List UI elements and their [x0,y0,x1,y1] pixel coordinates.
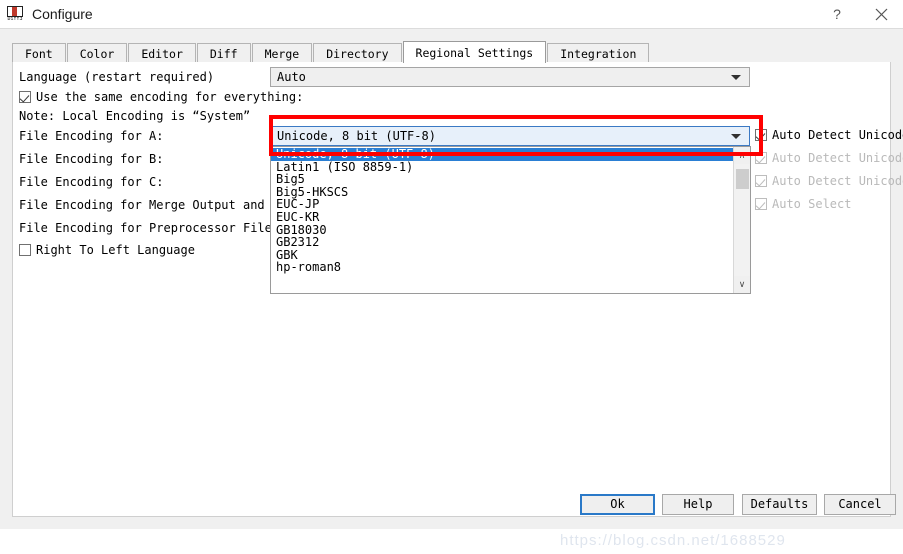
scroll-up-icon[interactable]: ∧ [734,147,750,164]
kdiff3-icon-label: Diff3 [7,16,23,22]
list-item[interactable]: Big5-HKSCS [271,186,733,199]
watermark-text: https://blog.csdn.net/1688529 [560,532,786,549]
window-controls: ? [815,0,903,28]
tab-color[interactable]: Color [66,43,128,63]
encoding-b-label: File Encoding for B: [19,152,164,166]
list-item[interactable]: hp-roman8 [271,261,733,274]
window-title: Configure [32,6,93,22]
tab-bar: Font Color Editor Diff Merge Directory R… [12,41,891,64]
ok-button[interactable]: Ok [580,494,655,515]
cancel-button[interactable]: Cancel [824,494,896,515]
rtl-row[interactable]: Right To Left Language [19,243,195,257]
list-item[interactable]: EUC-JP [271,198,733,211]
encoding-preprocessor-label: File Encoding for Preprocessor Files: [19,221,287,235]
rtl-label: Right To Left Language [36,243,195,257]
same-encoding-checkbox[interactable] [19,91,31,103]
dropdown-scrollbar[interactable]: ∧ ∨ [733,147,750,293]
language-label: Language (restart required) [19,70,215,84]
auto-detect-unicode-checkbox-b[interactable] [755,152,767,164]
encoding-a-dropdown-list[interactable]: Unicode, 8 bit (UTF-8) Latin1 (ISO 8859-… [270,146,751,294]
encoding-a-combo-value: Unicode, 8 bit (UTF-8) [277,129,436,143]
chevron-down-icon [731,74,741,80]
language-combo-value: Auto [277,70,306,84]
encoding-a-label: File Encoding for A: [19,129,164,143]
auto-detect-unicode-row-b[interactable]: Auto Detect Unicode [755,151,903,165]
same-encoding-label: Use the same encoding for everything: [36,90,304,104]
encoding-a-combo[interactable]: Unicode, 8 bit (UTF-8) [270,126,750,146]
chevron-down-icon [731,133,741,139]
list-item[interactable]: GB2312 [271,236,733,249]
help-icon[interactable]: ? [815,0,859,28]
tab-integration[interactable]: Integration [547,43,650,63]
tab-editor[interactable]: Editor [128,43,196,63]
regional-settings-panel: Language (restart required) Use the same… [12,62,903,517]
local-encoding-note: Note: Local Encoding is “System” [19,109,251,123]
close-icon[interactable] [859,0,903,28]
tab-merge[interactable]: Merge [251,43,313,63]
auto-detect-unicode-checkbox-a[interactable] [755,129,767,141]
list-item[interactable]: GB18030 [271,223,733,237]
encoding-c-label: File Encoding for C: [19,175,164,189]
auto-detect-unicode-row-c[interactable]: Auto Detect Unicode [755,174,903,188]
auto-detect-unicode-checkbox-c[interactable] [755,175,767,187]
auto-select-checkbox[interactable] [755,198,767,210]
title-bar: K Diff3 Configure ? [0,0,903,28]
scroll-down-icon[interactable]: ∨ [734,276,750,293]
list-item[interactable]: Big5 [271,173,733,186]
kdiff3-icon: K Diff3 [6,5,24,23]
language-combo[interactable]: Auto [270,67,750,87]
scrollbar-thumb[interactable] [736,169,749,189]
list-item[interactable]: Unicode, 8 bit (UTF-8) [271,148,733,161]
tab-diff[interactable]: Diff [196,43,251,63]
auto-select-label: Auto Select [772,197,852,211]
list-item[interactable]: Latin1 (ISO 8859-1) [271,160,733,174]
tab-regional-settings[interactable]: Regional Settings [402,41,547,63]
auto-detect-unicode-label-c: Auto Detect Unicode [772,174,903,188]
auto-detect-unicode-label-a: Auto Detect Unicode [772,128,903,142]
list-item[interactable]: EUC-KR [271,211,733,224]
help-button[interactable]: Help [662,494,734,515]
tab-directory[interactable]: Directory [313,43,402,63]
same-encoding-row[interactable]: Use the same encoding for everything: [19,90,303,104]
rtl-checkbox[interactable] [19,244,31,256]
dropdown-items[interactable]: Unicode, 8 bit (UTF-8) Latin1 (ISO 8859-… [271,147,733,293]
auto-select-row[interactable]: Auto Select [755,197,851,211]
dialog-button-row: Ok Help Defaults Cancel [0,489,903,529]
configure-dialog: Font Color Editor Diff Merge Directory R… [0,28,903,549]
tab-font[interactable]: Font [12,43,66,63]
defaults-button[interactable]: Defaults [742,494,817,515]
auto-detect-unicode-label-b: Auto Detect Unicode [772,151,903,165]
auto-detect-unicode-row-a[interactable]: Auto Detect Unicode [755,128,903,142]
